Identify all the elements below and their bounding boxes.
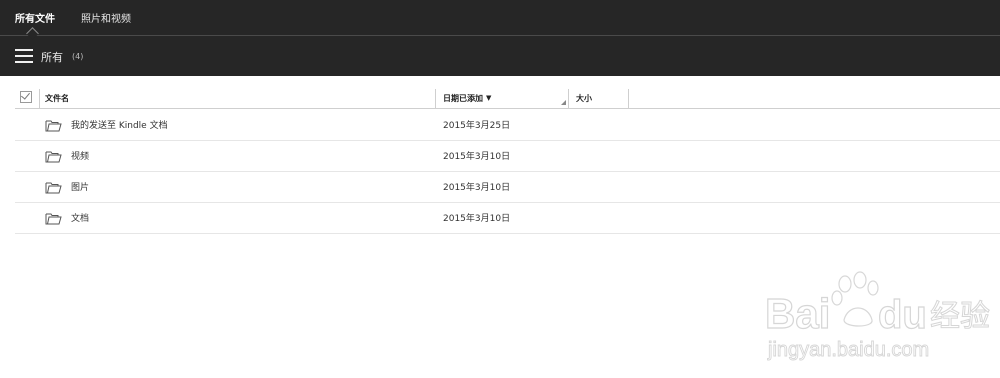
column-divider [628, 89, 629, 108]
file-date: 2015年3月10日 [443, 183, 511, 193]
column-resize-handle[interactable] [561, 100, 566, 105]
file-name: 我的发送至 Kindle 文档 [71, 121, 168, 131]
file-row[interactable]: 我的发送至 Kindle 文档 2015年3月25日 [15, 109, 1000, 141]
folder-icon [45, 213, 62, 225]
column-header-date-label: 日期已添加 [443, 94, 483, 103]
watermark-url: jingyan.baidu.com [767, 339, 929, 361]
svg-text:du: du [878, 293, 927, 337]
file-name: 视频 [71, 152, 90, 162]
column-divider [435, 89, 436, 108]
folder-title: 所有 [41, 51, 63, 64]
file-row[interactable]: 文档 2015年3月10日 [15, 202, 1000, 234]
file-date: 2015年3月25日 [443, 121, 511, 131]
file-name: 图片 [71, 183, 90, 193]
svg-text:Bai: Bai [765, 290, 830, 337]
column-header-name[interactable]: 文件名 [45, 93, 69, 104]
top-bar: 所有文件 照片和视频 所有 (4) [0, 0, 1000, 76]
svg-text:经验: 经验 [930, 299, 990, 334]
file-name: 文档 [71, 214, 90, 224]
tab-bar: 所有文件 照片和视频 [0, 0, 1000, 36]
select-all-checkbox[interactable] [20, 91, 32, 103]
chevron-down-icon[interactable]: ▼ [486, 94, 491, 102]
file-row[interactable]: 视频 2015年3月10日 [15, 140, 1000, 172]
item-count: (4) [72, 52, 84, 61]
column-header-size[interactable]: 大小 [576, 93, 592, 104]
column-divider [568, 89, 569, 108]
folder-icon [45, 182, 62, 194]
column-header-date-added[interactable]: 日期已添加 ▼ [443, 93, 491, 104]
file-row[interactable]: 图片 2015年3月10日 [15, 171, 1000, 203]
tab-all-files[interactable]: 所有文件 [15, 10, 55, 25]
baidu-watermark-logo: Bai du 经验 jingyan.baidu.com [764, 271, 990, 361]
column-divider [39, 89, 40, 108]
folder-icon [45, 120, 62, 132]
file-date: 2015年3月10日 [443, 214, 511, 224]
file-date: 2015年3月10日 [443, 152, 511, 162]
column-header-row: 文件名 日期已添加 ▼ 大小 [15, 88, 1000, 109]
tab-photos-videos[interactable]: 照片和视频 [81, 10, 131, 25]
menu-icon[interactable] [15, 49, 33, 63]
folder-icon [45, 151, 62, 163]
